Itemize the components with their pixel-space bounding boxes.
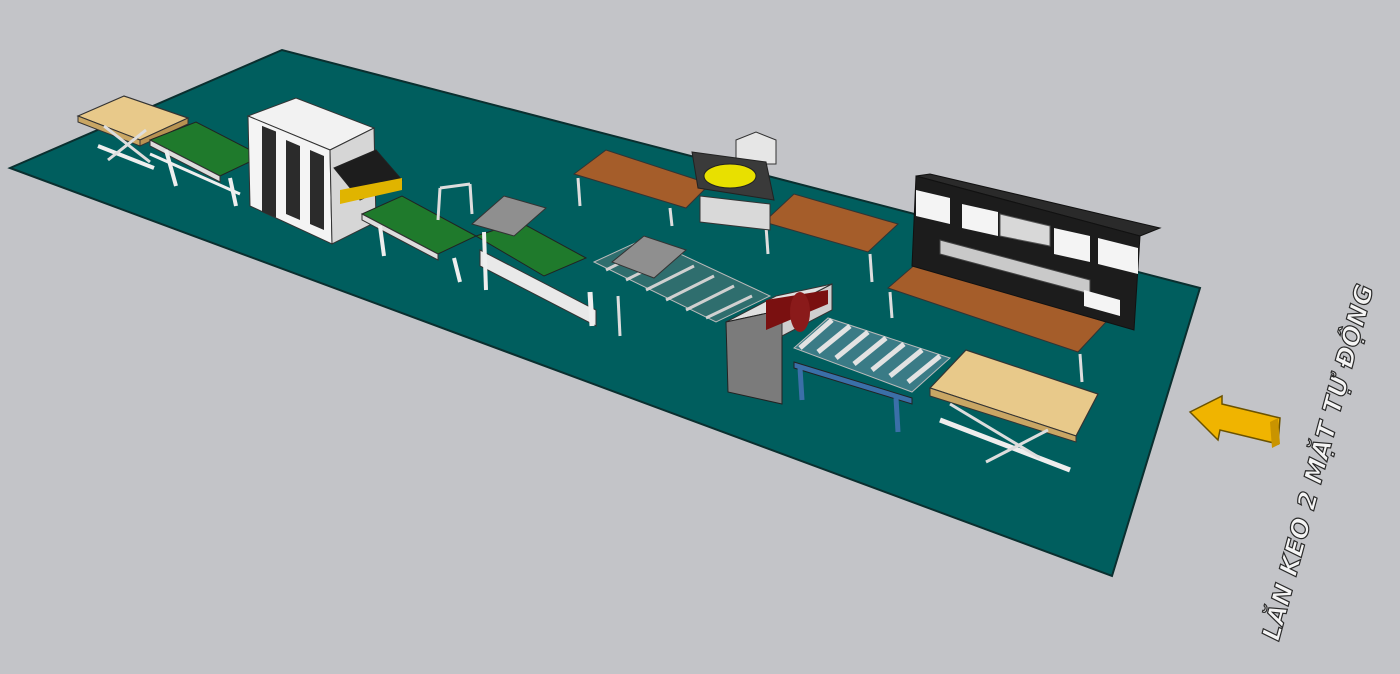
small-press-machine bbox=[691, 131, 777, 231]
direction-arrow-icon bbox=[1188, 394, 1281, 448]
production-line-diagram bbox=[7, 48, 1281, 578]
